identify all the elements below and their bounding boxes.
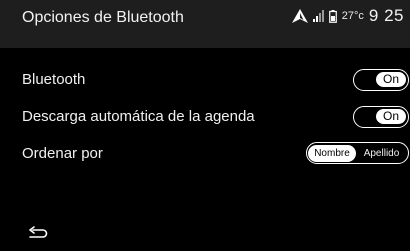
status-bar: 27°c 9 25 (291, 6, 404, 26)
setting-row-bluetooth: Bluetooth On (0, 67, 410, 95)
bluetooth-toggle[interactable]: On (353, 69, 409, 91)
clock: 9 25 (368, 6, 404, 25)
navigation-arrow-icon (291, 9, 308, 23)
toggle-state: On (376, 109, 406, 124)
sort-by-selector[interactable]: Nombre Apellido (306, 142, 409, 164)
sort-option-apellido[interactable]: Apellido (356, 145, 407, 162)
temperature-readout: 27°c (341, 10, 364, 22)
setting-row-phonebook-download: Descarga automática de la agenda On (0, 104, 410, 132)
setting-label-bluetooth: Bluetooth (22, 71, 86, 88)
signal-icon (312, 10, 324, 22)
toggle-state: On (376, 72, 406, 87)
page-title: Opciones de Bluetooth (22, 9, 184, 26)
setting-row-sort-by: Ordenar por Nombre Apellido (0, 141, 410, 169)
back-arrow-icon (29, 226, 48, 238)
header-bar: Opciones de Bluetooth 27°c 9 25 (0, 0, 410, 48)
sort-option-nombre[interactable]: Nombre (308, 144, 356, 162)
setting-label-phonebook-download: Descarga automática de la agenda (22, 108, 255, 125)
battery-icon (328, 9, 337, 23)
setting-label-sort-by: Ordenar por (22, 145, 103, 162)
phonebook-download-toggle[interactable]: On (353, 106, 409, 128)
back-button[interactable] (24, 225, 48, 243)
